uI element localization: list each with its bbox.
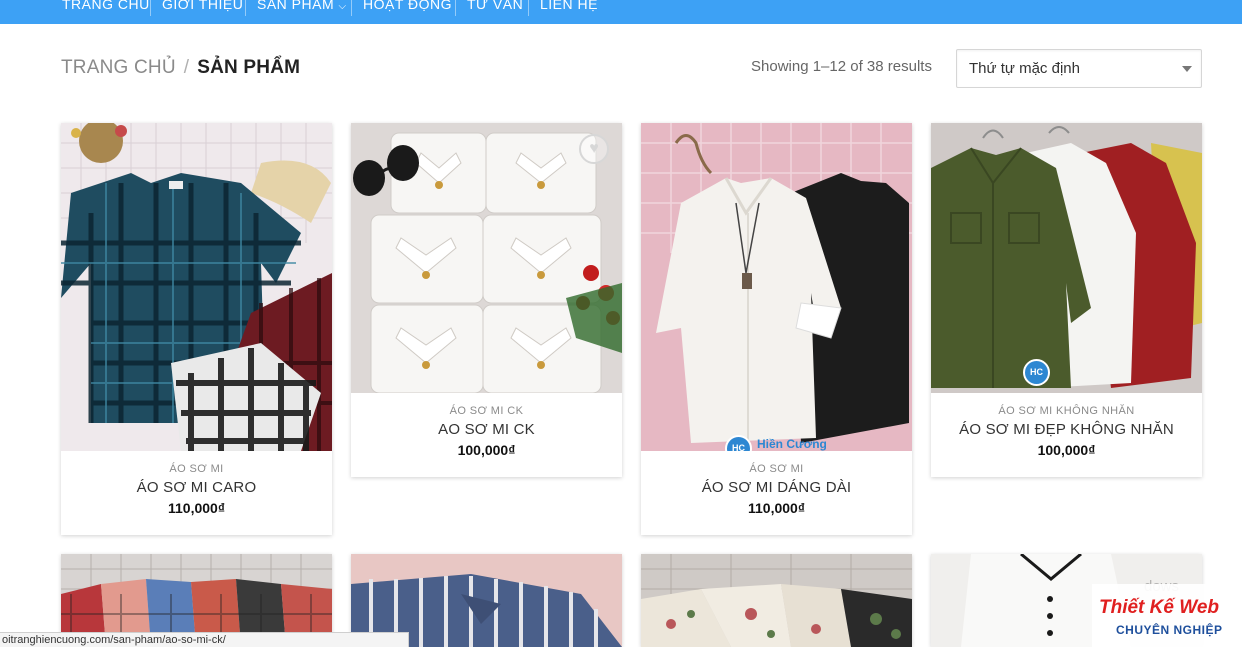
sort-selected-value: Thứ tự mặc định (969, 60, 1080, 77)
nav-divider (150, 0, 151, 16)
nav-divider (528, 0, 529, 16)
product-category[interactable]: ÁO SƠ MI (641, 463, 912, 475)
product-card[interactable]: ÁO SƠ MI ÁO SƠ MI CARO 110,000₫ (61, 123, 332, 535)
product-image[interactable]: HC Hiền Cương (641, 123, 912, 451)
result-count: Showing 1–12 of 38 results (751, 58, 932, 75)
product-category[interactable]: ÁO SƠ MI CK (351, 405, 622, 417)
designer-badge[interactable]: Thiết Kế Web CHUYÊN NGHIỆP (1092, 584, 1242, 647)
nav-item-activities[interactable]: HOẠT ĐỘNG (363, 0, 452, 12)
product-info: ÁO SƠ MI KHÔNG NHĂN ÁO SƠ MI ĐẸP KHÔNG N… (931, 393, 1202, 477)
product-price: 110,000₫ (167, 500, 226, 516)
chevron-down-icon (1182, 66, 1192, 72)
breadcrumb-current: SẢN PHẨM (197, 57, 301, 78)
browser-status-url: oitranghiencuong.com/san-pham/ao-so-mi-c… (0, 632, 409, 647)
nav-item-products-label: SẢN PHẨM (257, 0, 335, 12)
nav-item-consult[interactable]: TƯ VẤN (467, 0, 523, 12)
product-info: ÁO SƠ MI ÁO SƠ MI DÁNG DÀI 110,000₫ (641, 451, 912, 535)
product-image[interactable] (61, 123, 332, 451)
product-category[interactable]: ÁO SƠ MI KHÔNG NHĂN (931, 405, 1202, 417)
product-price: 100,000₫ (457, 442, 516, 458)
product-title[interactable]: ÁO SƠ MI CARO (61, 479, 332, 496)
product-title[interactable]: AO SƠ MI CK (351, 421, 622, 438)
product-image[interactable]: ♥ (351, 123, 622, 393)
breadcrumb-separator: / (183, 57, 190, 78)
product-card[interactable]: ♥ ÁO SƠ MI CK AO SƠ MI CK 100,000₫ (351, 123, 622, 477)
nav-item-about[interactable]: GIỚI THIỆU (162, 0, 243, 12)
breadcrumb: TRANG CHỦ / SẢN PHẨM (61, 57, 300, 79)
product-info: ÁO SƠ MI CK AO SƠ MI CK 100,000₫ (351, 393, 622, 477)
product-category[interactable]: ÁO SƠ MI (61, 463, 332, 475)
product-price: 100,000₫ (1037, 442, 1096, 458)
product-card[interactable]: HC Hiền Cương ÁO SƠ MI ÁO SƠ MI DÁNG DÀI… (641, 123, 912, 535)
nav-divider (351, 0, 352, 16)
breadcrumb-home-link[interactable]: TRANG CHỦ (61, 57, 176, 78)
product-card[interactable] (641, 554, 912, 647)
product-title[interactable]: ÁO SƠ MI ĐẸP KHÔNG NHĂN (931, 421, 1202, 438)
nav-item-contact[interactable]: LIÊN HỆ (540, 0, 598, 12)
nav-divider (245, 0, 246, 16)
product-info: ÁO SƠ MI ÁO SƠ MI CARO 110,000₫ (61, 451, 332, 535)
watermark-logo-icon: HC (1023, 359, 1050, 386)
heart-icon[interactable]: ♥ (579, 134, 609, 164)
nav-divider (455, 0, 456, 16)
sort-order-select[interactable]: Thứ tự mặc định (956, 49, 1202, 88)
product-image[interactable] (641, 554, 912, 647)
product-card[interactable]: HC ÁO SƠ MI KHÔNG NHĂN ÁO SƠ MI ĐẸP KHÔN… (931, 123, 1202, 477)
top-nav-bar: TRANG CHỦ GIỚI THIỆU SẢN PHẨM ⌵ HOẠT ĐỘN… (0, 0, 1242, 24)
badge-title: Thiết Kế Web (1099, 597, 1219, 618)
product-price: 110,000₫ (747, 500, 806, 516)
nav-item-home[interactable]: TRANG CHỦ (62, 0, 150, 12)
product-title[interactable]: ÁO SƠ MI DÁNG DÀI (641, 479, 912, 496)
nav-item-products[interactable]: SẢN PHẨM ⌵ (257, 0, 347, 12)
badge-subtitle: CHUYÊN NGHIỆP (1116, 623, 1223, 637)
chevron-down-icon: ⌵ (338, 1, 347, 12)
watermark-text: Hiền Cương (757, 437, 827, 451)
product-image[interactable]: HC (931, 123, 1202, 393)
